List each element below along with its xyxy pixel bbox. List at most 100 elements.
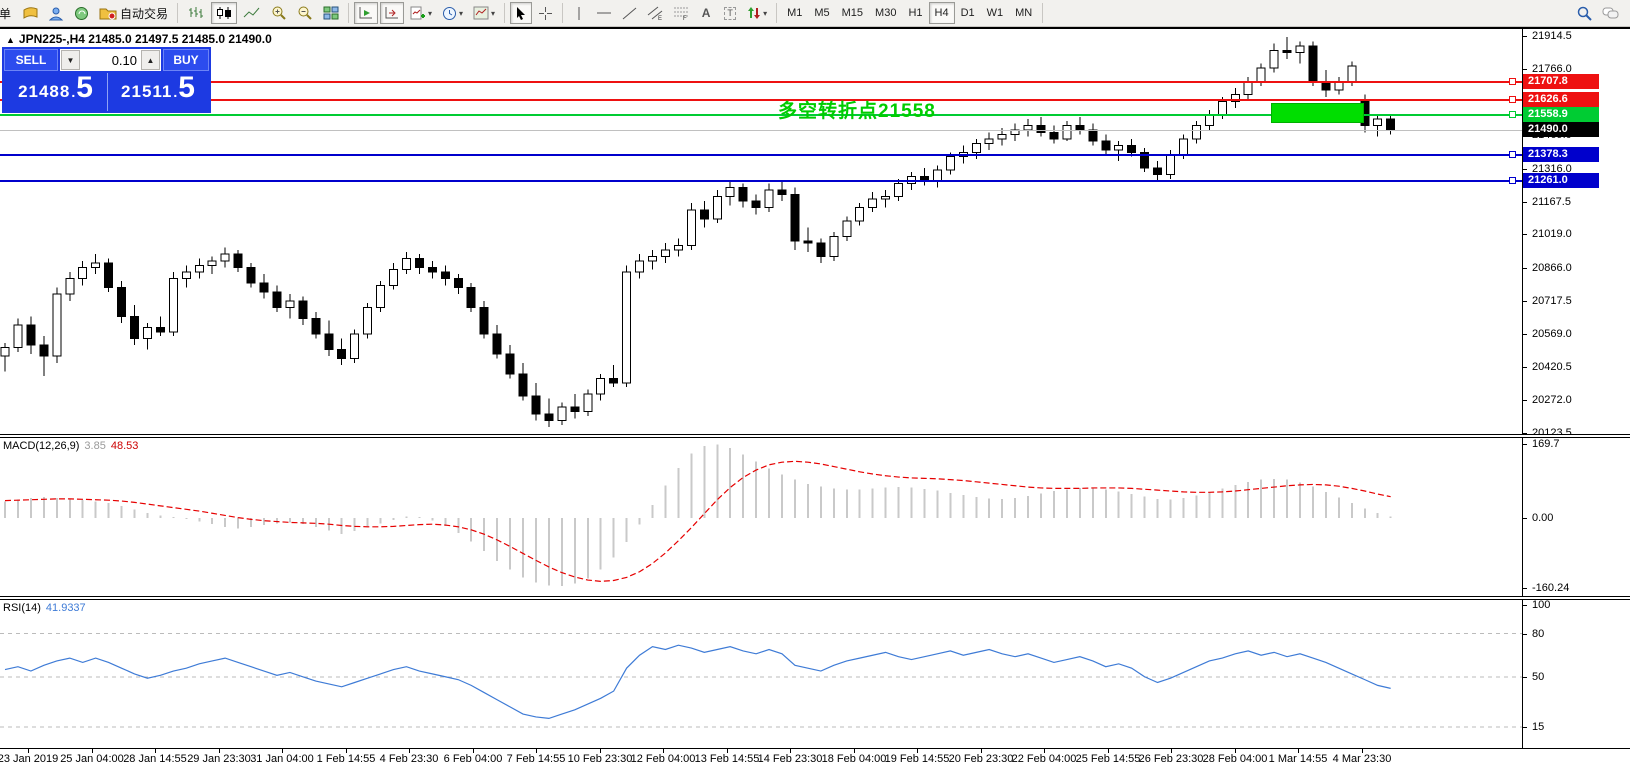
- rsi-value: 41.9337: [45, 602, 86, 614]
- autoscroll-button[interactable]: [354, 2, 379, 24]
- text-label-button[interactable]: T: [719, 2, 741, 24]
- macd-histogram-bar: [547, 518, 550, 586]
- level-line-21707.8[interactable]: [0, 81, 1522, 83]
- candle-body: [751, 200, 761, 209]
- tab-h4[interactable]: H4: [928, 2, 955, 24]
- buy-button[interactable]: BUY: [163, 49, 209, 71]
- indicators-button[interactable]: ▾: [406, 2, 436, 24]
- macd-histogram-bar: [871, 488, 874, 519]
- time-label: 14 Feb 23:30: [757, 753, 823, 765]
- periods-button[interactable]: ▾: [438, 2, 467, 24]
- level-line-21490.0[interactable]: [0, 130, 1522, 131]
- macd-histogram-bar: [703, 446, 706, 519]
- sell-price[interactable]: 21488. 5: [4, 73, 108, 111]
- tile-windows-button[interactable]: [319, 2, 343, 24]
- tab-m15[interactable]: M15: [836, 2, 869, 24]
- buy-price[interactable]: 21511. 5: [108, 73, 208, 111]
- volume-decrease-button[interactable]: ▼: [61, 50, 80, 70]
- candle-body: [1204, 114, 1214, 127]
- macd-histogram-bar: [431, 518, 434, 521]
- chat-button[interactable]: [1598, 2, 1624, 24]
- cursor-button[interactable]: [510, 2, 533, 24]
- level-handle[interactable]: [1509, 78, 1516, 85]
- macd-histogram-bar: [975, 497, 978, 519]
- tab-m30[interactable]: M30: [869, 2, 902, 24]
- level-handle[interactable]: [1509, 177, 1516, 184]
- new-order-button[interactable]: 单: [0, 2, 16, 24]
- time-label: 31 Jan 04:00: [250, 753, 314, 765]
- bar-chart-button[interactable]: [183, 2, 209, 24]
- time-label: 4 Mar 23:30: [1332, 753, 1392, 765]
- macd-histogram-bar: [159, 515, 162, 519]
- macd-histogram-bar: [353, 518, 356, 532]
- pane-separator-macd[interactable]: [0, 434, 1630, 438]
- candle-body: [376, 284, 386, 308]
- signals-button[interactable]: [70, 2, 93, 24]
- arrows-button[interactable]: ▾: [743, 2, 771, 24]
- macd-pane[interactable]: [0, 438, 1522, 597]
- tab-m5[interactable]: M5: [808, 2, 835, 24]
- volume-increase-button[interactable]: ▲: [141, 50, 160, 70]
- candle-body: [1166, 153, 1175, 175]
- macd-histogram-bar: [586, 518, 589, 579]
- macd-histogram-bar: [379, 518, 382, 524]
- chart-shift-button[interactable]: [380, 2, 405, 24]
- sell-button[interactable]: SELL: [4, 49, 58, 71]
- annotation-text[interactable]: 多空转折点21558: [778, 96, 936, 123]
- highlight-rectangle[interactable]: [1271, 103, 1365, 123]
- tab-w1[interactable]: W1: [981, 2, 1010, 24]
- candle-body: [52, 293, 62, 357]
- fibonacci-button[interactable]: F: [669, 2, 693, 24]
- profile-button[interactable]: [45, 2, 68, 24]
- tab-mn[interactable]: MN: [1009, 2, 1038, 24]
- level-handle[interactable]: [1509, 96, 1516, 103]
- tab-m1[interactable]: M1: [781, 2, 808, 24]
- volume-input[interactable]: [80, 50, 141, 70]
- macd-histogram-bar: [1363, 508, 1366, 519]
- level-line-21261.0[interactable]: [0, 180, 1522, 182]
- macd-histogram-bar: [729, 448, 732, 519]
- macd-histogram-bar: [275, 518, 278, 524]
- orders-book-icon[interactable]: [18, 2, 43, 24]
- zoom-in-button[interactable]: [267, 2, 291, 24]
- crosshair-button[interactable]: [534, 2, 557, 24]
- time-label: 7 Feb 14:55: [506, 753, 566, 765]
- macd-histogram-bar: [1273, 478, 1276, 519]
- candlestick-chart-button[interactable]: [211, 2, 238, 24]
- text-button[interactable]: A: [695, 2, 717, 24]
- collapse-arrow-icon[interactable]: ▲: [6, 35, 15, 45]
- trendline-button[interactable]: [618, 2, 641, 24]
- line-chart-button[interactable]: [239, 2, 265, 24]
- level-line-21626.6[interactable]: [0, 99, 1522, 101]
- candle-body: [842, 220, 852, 237]
- time-label: 28 Feb 04:00: [1202, 753, 1268, 765]
- channel-button[interactable]: E: [643, 2, 667, 24]
- macd-histogram-bar: [910, 487, 913, 519]
- tab-h1[interactable]: H1: [902, 2, 928, 24]
- main-chart-pane[interactable]: [0, 28, 1522, 436]
- candle-body: [712, 196, 722, 220]
- candle-body: [220, 253, 230, 262]
- candle-body: [777, 189, 787, 195]
- macd-histogram-bar: [1091, 487, 1094, 519]
- level-line-21378.3[interactable]: [0, 154, 1522, 156]
- zoom-out-button[interactable]: [293, 2, 317, 24]
- rsi-pane[interactable]: [0, 600, 1522, 748]
- vertical-line-button[interactable]: [568, 2, 590, 24]
- level-handle[interactable]: [1509, 111, 1516, 118]
- macd-histogram-bar: [716, 444, 719, 519]
- candle-body: [78, 267, 88, 280]
- templates-button[interactable]: ▾: [469, 2, 499, 24]
- macd-histogram-bar: [1182, 497, 1185, 519]
- candle-body: [1373, 118, 1383, 127]
- autotrading-button[interactable]: 自动交易: [95, 2, 172, 24]
- price-tick-label: 20272.0: [1532, 394, 1572, 406]
- time-label: 20 Feb 23:30: [948, 753, 1014, 765]
- macd-histogram-bar: [16, 499, 19, 519]
- horizontal-line-button[interactable]: [592, 2, 616, 24]
- level-handle[interactable]: [1509, 151, 1516, 158]
- candle-body: [699, 209, 709, 220]
- pane-separator-rsi[interactable]: [0, 596, 1630, 600]
- search-button[interactable]: [1573, 2, 1596, 24]
- tab-d1[interactable]: D1: [955, 2, 981, 24]
